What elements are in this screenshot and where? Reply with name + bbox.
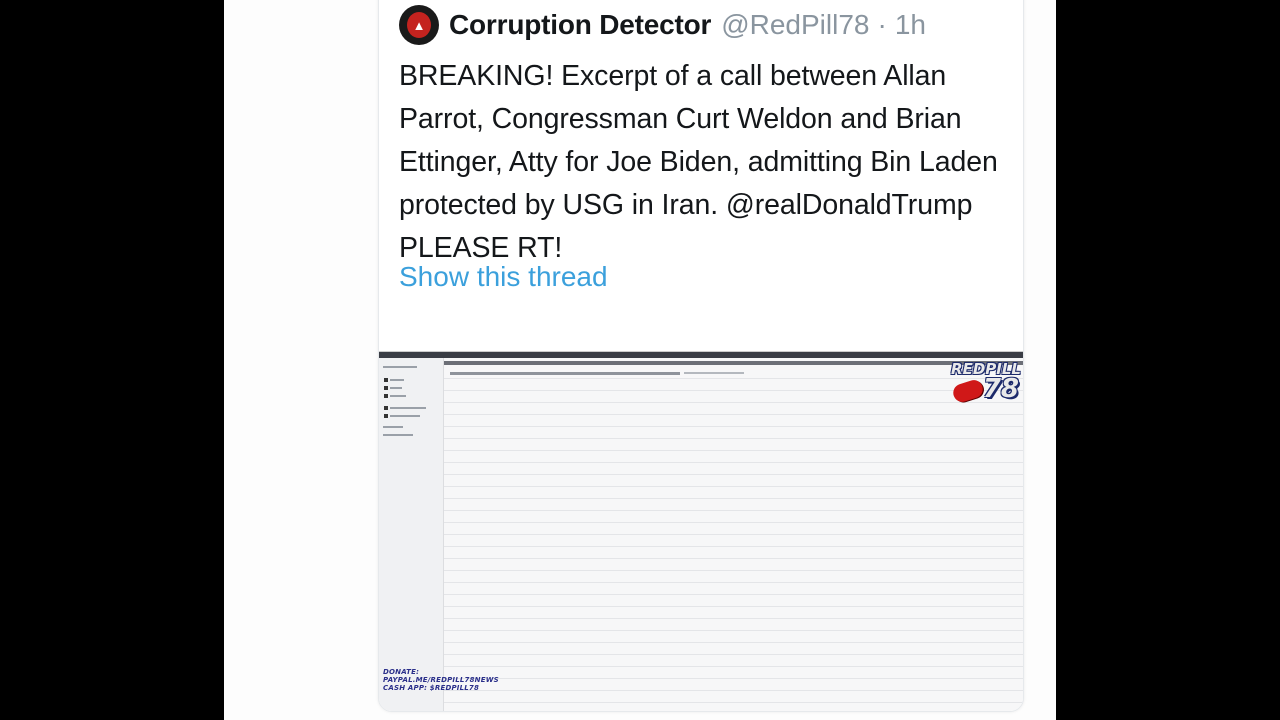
row-separator [444, 510, 1023, 511]
row-separator [444, 642, 1023, 643]
donate-line: PAYPAL.ME/REDPILL78NEWS [383, 676, 499, 684]
header-separator: · [877, 9, 887, 40]
row-separator [444, 522, 1023, 523]
media-sidebar [379, 358, 444, 711]
sidebar-line [390, 415, 420, 417]
screen-frame: ▲ Corruption Detector @RedPill78 · 1h BR… [224, 0, 1056, 720]
sidebar-line [383, 366, 417, 368]
row-separator [444, 570, 1023, 571]
row-separator [444, 618, 1023, 619]
row-separator [444, 582, 1023, 583]
row-separator [444, 594, 1023, 595]
row-separator [444, 438, 1023, 439]
media-window-titlebar [379, 352, 1023, 358]
row-separator [444, 666, 1023, 667]
row-separator [444, 450, 1023, 451]
row-separator [444, 702, 1023, 703]
message-row-text [450, 372, 680, 375]
sidebar-line [390, 387, 402, 389]
sidebar-bullet [384, 406, 388, 410]
row-separator [444, 606, 1023, 607]
user-handle[interactable]: @RedPill78 [721, 9, 869, 41]
row-separator [444, 558, 1023, 559]
red-pill-icon [950, 377, 986, 405]
donate-overlay: DONATE: PAYPAL.ME/REDPILL78NEWS CASH APP… [383, 668, 533, 692]
row-separator [444, 630, 1023, 631]
show-thread-link[interactable]: Show this thread [399, 261, 608, 293]
sidebar-bullet [384, 386, 388, 390]
row-separator [444, 426, 1023, 427]
row-separator [444, 390, 1023, 391]
row-separator [444, 378, 1023, 379]
row-separator [444, 654, 1023, 655]
donate-line: CASH APP: $REDPILL78 [383, 684, 480, 692]
media-message-list [444, 368, 1023, 711]
avatar[interactable]: ▲ [399, 5, 439, 45]
tweet-media[interactable]: REDPILL 78 DONATE: PAYPAL.ME/REDPILL78NE… [379, 351, 1023, 711]
sidebar-bullet [384, 378, 388, 382]
row-separator [444, 486, 1023, 487]
letterbox-right [1056, 0, 1280, 720]
row-separator [444, 414, 1023, 415]
row-separator [444, 534, 1023, 535]
tweet-timestamp[interactable]: 1h [895, 9, 926, 41]
letterbox-left [0, 0, 224, 720]
row-separator [444, 474, 1023, 475]
tweet-text: BREAKING! Excerpt of a call between Alla… [399, 60, 998, 264]
donate-line: DONATE: [383, 668, 420, 676]
sidebar-line [390, 395, 406, 397]
tweet-card[interactable]: ▲ Corruption Detector @RedPill78 · 1h BR… [378, 0, 1024, 712]
watermark-number: 78 [982, 374, 1019, 404]
display-name[interactable]: Corruption Detector [449, 9, 711, 41]
row-separator [444, 402, 1023, 403]
sidebar-bullet [384, 414, 388, 418]
sidebar-line [390, 407, 426, 409]
sidebar-line [383, 426, 403, 428]
avatar-logo-icon: ▲ [407, 12, 431, 38]
sidebar-line [383, 434, 413, 436]
row-separator [444, 462, 1023, 463]
sidebar-line [390, 379, 404, 381]
row-separator [444, 498, 1023, 499]
message-row-date [684, 372, 744, 374]
tweet-header: ▲ Corruption Detector @RedPill78 · 1h [399, 5, 926, 45]
sidebar-bullet [384, 394, 388, 398]
redpill-watermark-logo: REDPILL 78 [950, 360, 1021, 406]
row-separator [444, 546, 1023, 547]
media-toolbar [439, 361, 1023, 365]
